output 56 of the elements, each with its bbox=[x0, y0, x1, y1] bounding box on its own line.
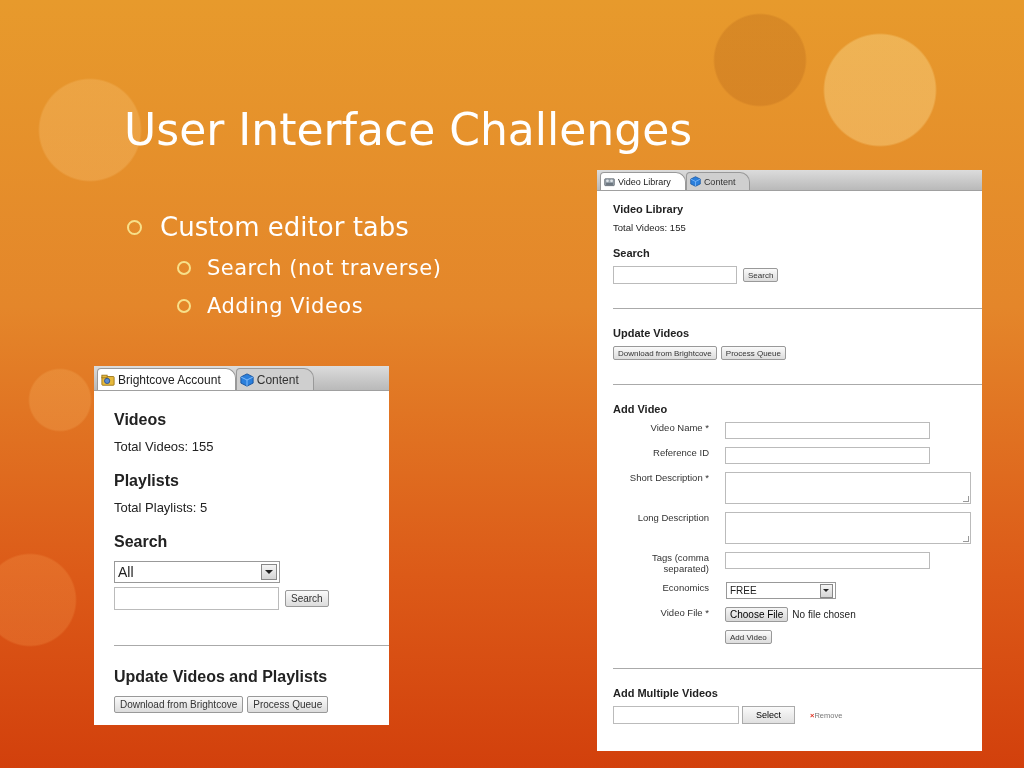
editor-tab[interactable]: Video Library bbox=[600, 172, 686, 190]
add-video-button[interactable]: Add Video bbox=[725, 630, 772, 644]
search-button[interactable]: Search bbox=[743, 268, 779, 282]
film-icon bbox=[604, 176, 615, 187]
section-heading: Update Videos and Playlists bbox=[114, 668, 329, 686]
economics-dropdown[interactable]: FREE bbox=[726, 582, 836, 599]
field-label: Short Description * bbox=[628, 472, 709, 485]
choose-file-button[interactable]: Choose File bbox=[725, 607, 789, 622]
editor-tab[interactable]: Content bbox=[235, 368, 314, 390]
input-field[interactable] bbox=[725, 422, 930, 439]
action-button[interactable]: Process Queue bbox=[720, 346, 786, 360]
section-heading: Videos bbox=[114, 411, 168, 429]
bullet-icon bbox=[127, 219, 142, 235]
file-field[interactable] bbox=[613, 706, 739, 724]
section-heading: Video Library bbox=[613, 203, 685, 215]
slide-title: User Interface Challenges bbox=[123, 103, 694, 156]
search-field[interactable] bbox=[613, 266, 737, 284]
bullet-text: Search (not traverse) bbox=[207, 256, 442, 280]
section-heading: Add Multiple Videos bbox=[613, 687, 719, 699]
field-label: Video Name * bbox=[649, 422, 709, 435]
text-area[interactable] bbox=[725, 512, 971, 544]
section-heading: Search bbox=[114, 533, 169, 551]
total-count: Total Videos: 155 bbox=[114, 439, 215, 454]
filter-dropdown[interactable]: All bbox=[114, 561, 280, 583]
action-button[interactable]: Process Queue bbox=[247, 696, 329, 713]
field-label: Reference ID bbox=[652, 447, 709, 460]
search-button[interactable]: Search bbox=[285, 590, 329, 607]
field-label: Tags (comma separated) bbox=[651, 552, 709, 574]
cube-icon bbox=[689, 176, 701, 187]
section-heading: Search bbox=[613, 247, 651, 259]
editor-tab[interactable]: Content bbox=[685, 172, 751, 190]
file-status: No file chosen bbox=[792, 609, 856, 620]
input-field[interactable] bbox=[725, 447, 930, 464]
bullet-icon bbox=[177, 299, 191, 313]
total-count: Total Playlists: 5 bbox=[114, 500, 209, 515]
folder-icon bbox=[101, 372, 115, 387]
action-button[interactable]: Download from Brightcove bbox=[114, 696, 244, 713]
resize-grip-icon bbox=[963, 536, 969, 542]
field-label: Economics bbox=[661, 582, 709, 595]
bullet-icon bbox=[177, 261, 191, 275]
section-heading: Update Videos bbox=[613, 327, 691, 339]
action-button[interactable]: Download from Brightcove bbox=[613, 346, 717, 360]
section-heading: Add Video bbox=[613, 403, 669, 415]
field-label: Video File * bbox=[659, 607, 709, 620]
select-button[interactable]: Select bbox=[742, 706, 795, 724]
resize-grip-icon bbox=[963, 496, 969, 502]
section-heading: Playlists bbox=[114, 472, 180, 490]
total-count: Total Videos: 155 bbox=[613, 222, 687, 233]
field-label: Long Description bbox=[636, 512, 709, 525]
input-field[interactable] bbox=[725, 552, 930, 569]
bullet-text: Custom editor tabs bbox=[160, 212, 409, 242]
editor-tab[interactable]: Brightcove Account bbox=[97, 368, 236, 390]
search-field[interactable] bbox=[114, 587, 279, 610]
bullet-text: Adding Videos bbox=[207, 294, 364, 318]
text-area[interactable] bbox=[725, 472, 971, 504]
cube-icon bbox=[239, 372, 254, 387]
